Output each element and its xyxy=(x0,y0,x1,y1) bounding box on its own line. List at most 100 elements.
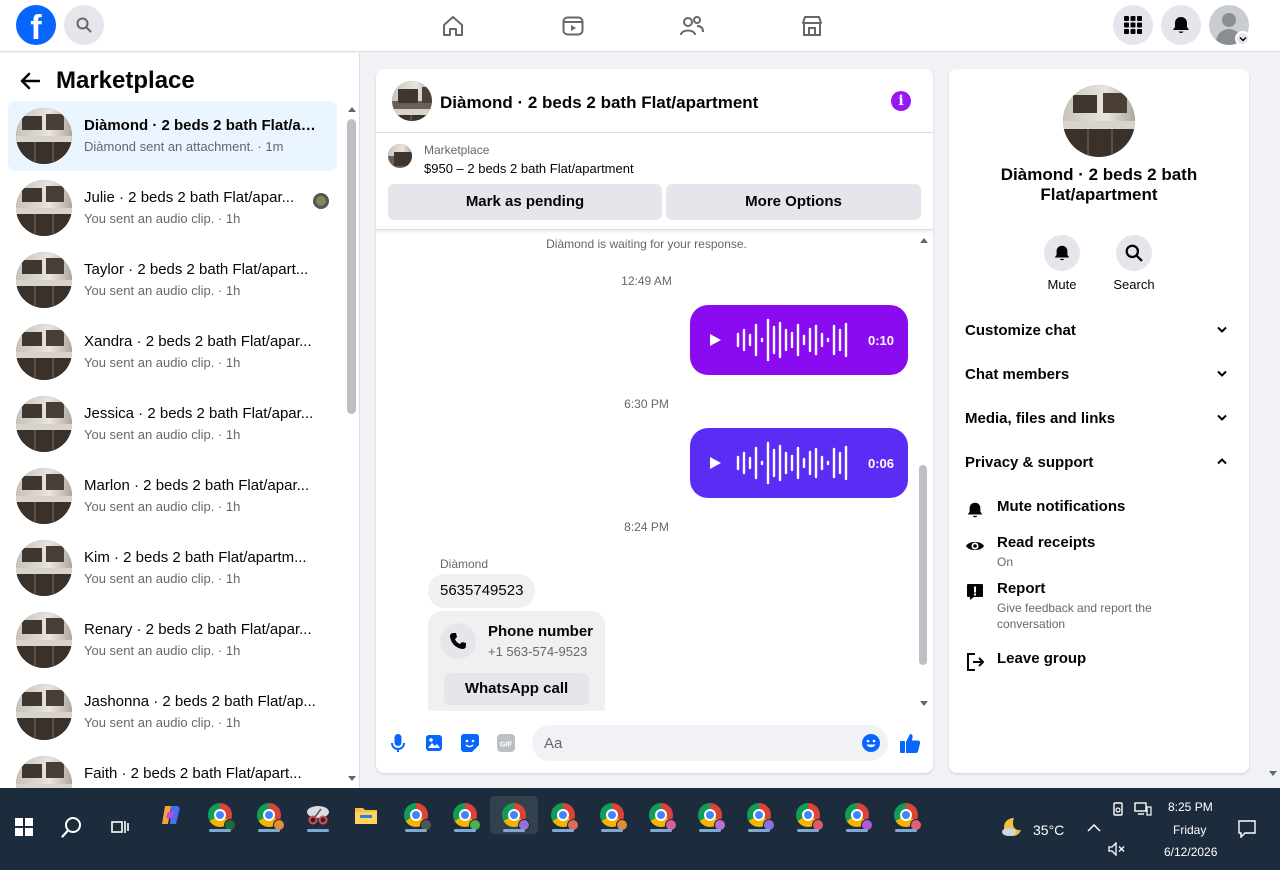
marketplace-icon xyxy=(802,16,822,36)
privacy-support-section[interactable]: Privacy & support xyxy=(965,454,1233,478)
read-receipts-option[interactable]: Read receipts On xyxy=(965,534,1233,574)
message-bubble[interactable]: 5635749523 xyxy=(428,574,536,608)
friends-tab[interactable] xyxy=(676,10,708,42)
mute-button[interactable]: Mute xyxy=(1032,235,1092,292)
conversation-item[interactable]: Jessica · 2 beds 2 bath Flat/apar... You… xyxy=(8,389,337,459)
conversation-item[interactable]: Faith · 2 beds 2 bath Flat/apart... xyxy=(8,749,337,788)
info-icon[interactable]: i xyxy=(891,91,911,111)
emoji-button[interactable] xyxy=(860,732,882,754)
like-button[interactable] xyxy=(899,732,921,754)
back-arrow-icon[interactable] xyxy=(20,72,40,90)
chat-members-section[interactable]: Chat members xyxy=(965,366,1233,390)
notification-center-icon[interactable] xyxy=(1238,820,1256,838)
task-view-button[interactable] xyxy=(99,808,141,846)
account-menu-chevron[interactable] xyxy=(1235,31,1250,46)
left-scrollbar-thumb[interactable] xyxy=(347,119,356,414)
attach-photo-button[interactable] xyxy=(423,732,445,754)
media-files-links-section[interactable]: Media, files and links xyxy=(965,410,1233,434)
chrome-app[interactable] xyxy=(640,796,682,834)
conversation-item[interactable]: Julie · 2 beds 2 bath Flat/apar... You s… xyxy=(8,173,337,243)
scroll-down-arrow-icon[interactable] xyxy=(919,700,929,708)
gif-button[interactable]: GIF xyxy=(495,732,517,754)
chat-title[interactable]: Diàmond · 2 beds 2 bath Flat/apartment xyxy=(440,93,758,113)
audio-message[interactable]: 0:10 xyxy=(690,305,908,375)
conversation-item[interactable]: Taylor · 2 beds 2 bath Flat/apart... You… xyxy=(8,245,337,315)
chrome-app[interactable] xyxy=(591,796,633,834)
listing-price[interactable]: $950 – 2 beds 2 bath Flat/apartment xyxy=(424,161,634,176)
chat-avatar-large[interactable] xyxy=(1063,85,1135,157)
listing-thumbnail xyxy=(16,612,72,668)
chrome-app[interactable] xyxy=(689,796,731,834)
search-in-chat-button[interactable]: Search xyxy=(1104,235,1164,292)
conversation-item[interactable]: Xandra · 2 beds 2 bath Flat/apar... You … xyxy=(8,317,337,387)
menu-button[interactable] xyxy=(1113,5,1153,45)
weather-temperature[interactable]: 35°C xyxy=(1033,822,1064,838)
scroll-up-arrow-icon[interactable] xyxy=(347,105,357,113)
folder-icon xyxy=(355,808,377,824)
chat-scrollbar-thumb[interactable] xyxy=(919,465,927,665)
scroll-up-arrow-icon[interactable] xyxy=(919,236,929,244)
clock-day[interactable]: Friday xyxy=(1173,823,1206,837)
sticker-button[interactable] xyxy=(459,732,481,754)
start-button[interactable] xyxy=(3,808,45,846)
volume-muted-icon[interactable] xyxy=(1108,842,1126,856)
chrome-app[interactable] xyxy=(885,796,927,834)
conversation-item[interactable]: Jashonna · 2 beds 2 bath Flat/ap... You … xyxy=(8,677,337,747)
marketplace-tab[interactable] xyxy=(796,10,828,42)
play-icon[interactable] xyxy=(708,333,722,347)
listing-thumbnail[interactable] xyxy=(388,144,412,168)
facebook-logo[interactable]: f xyxy=(16,5,56,45)
whatsapp-call-button[interactable]: WhatsApp call xyxy=(444,673,589,705)
report-option[interactable]: Report Give feedback and report the conv… xyxy=(965,580,1233,636)
snipping-tool-app[interactable] xyxy=(297,796,339,834)
section-label: Customize chat xyxy=(965,322,1076,339)
mute-notifications-option[interactable]: Mute notifications xyxy=(965,498,1233,522)
conversation-item[interactable]: Kim · 2 beds 2 bath Flat/apartm... You s… xyxy=(8,533,337,603)
audio-message[interactable]: 0:06 xyxy=(690,428,908,498)
chrome-app[interactable] xyxy=(199,796,241,834)
copilot-app[interactable] xyxy=(150,796,192,834)
leave-group-option[interactable]: Leave group xyxy=(965,650,1233,674)
chrome-app[interactable] xyxy=(395,796,437,834)
clock-time[interactable]: 8:25 PM xyxy=(1168,800,1213,814)
chevron-up-icon[interactable] xyxy=(1087,823,1101,832)
listing-thumbnail xyxy=(16,540,72,596)
conversation-item[interactable]: Marlon · 2 beds 2 bath Flat/apar... You … xyxy=(8,461,337,531)
conversation-item[interactable]: Renary · 2 beds 2 bath Flat/apar... You … xyxy=(8,605,337,675)
more-options-button[interactable]: More Options xyxy=(666,184,921,220)
chrome-app-active[interactable] xyxy=(490,796,538,834)
clock-date[interactable]: 6/12/2026 xyxy=(1164,845,1217,859)
home-tab[interactable] xyxy=(437,10,469,42)
file-explorer-app[interactable] xyxy=(345,796,387,834)
mute-button-circle xyxy=(1044,235,1080,271)
task-view-icon xyxy=(111,821,129,833)
chrome-app[interactable] xyxy=(738,796,780,834)
video-tab[interactable] xyxy=(557,10,589,42)
chevron-down-icon xyxy=(1217,414,1227,421)
running-indicator xyxy=(209,829,231,832)
customize-chat-section[interactable]: Customize chat xyxy=(965,322,1233,346)
battery-plug-icon[interactable] xyxy=(1112,801,1126,817)
search-button[interactable] xyxy=(64,5,104,45)
taskbar-search-button[interactable] xyxy=(51,808,93,846)
network-icon[interactable] xyxy=(1134,802,1152,816)
chrome-app[interactable] xyxy=(787,796,829,834)
conversation-item[interactable]: Diàmond · 2 beds 2 bath Flat/ap... Diàmo… xyxy=(8,101,337,171)
weather-moon-icon[interactable] xyxy=(1000,816,1024,838)
listing-thumbnail xyxy=(16,252,72,308)
chat-avatar[interactable] xyxy=(392,81,432,121)
chrome-icon xyxy=(698,803,726,831)
chrome-app[interactable] xyxy=(836,796,878,834)
scroll-down-arrow-icon[interactable] xyxy=(347,775,357,783)
chrome-app[interactable] xyxy=(444,796,486,834)
notifications-button[interactable] xyxy=(1161,5,1201,45)
chrome-app[interactable] xyxy=(248,796,290,834)
voice-clip-button[interactable] xyxy=(387,732,409,754)
option-label: Mute notifications xyxy=(997,498,1126,515)
message-input[interactable] xyxy=(532,725,888,761)
chrome-app[interactable] xyxy=(542,796,584,834)
play-icon[interactable] xyxy=(708,456,722,470)
page-scrollbar[interactable] xyxy=(1266,53,1280,788)
scroll-down-arrow-icon[interactable] xyxy=(1268,770,1278,778)
mark-pending-button[interactable]: Mark as pending xyxy=(388,184,662,220)
